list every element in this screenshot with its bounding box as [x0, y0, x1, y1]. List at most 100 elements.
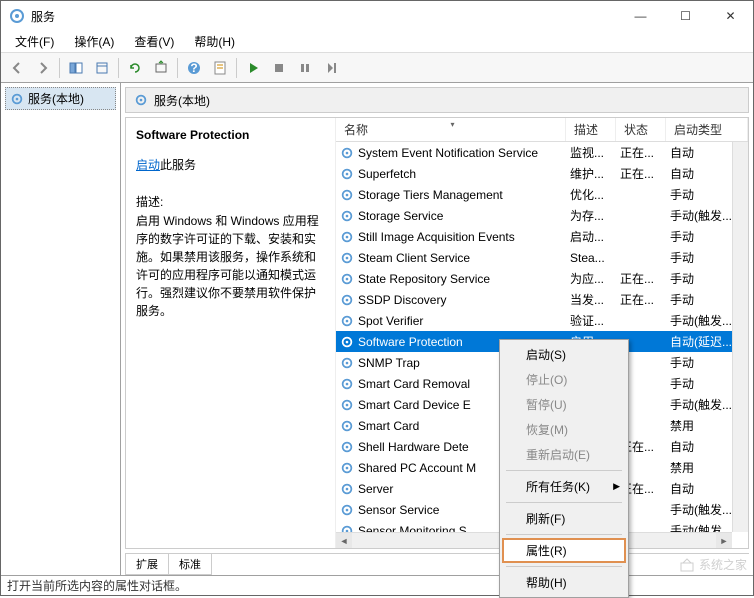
service-name: Steam Client Service	[358, 251, 470, 265]
service-desc: 当发...	[566, 291, 616, 308]
help-button[interactable]: ?	[182, 56, 206, 80]
service-name: Server	[358, 482, 393, 496]
close-button[interactable]: ✕	[708, 1, 753, 31]
gear-icon	[340, 230, 354, 244]
services-app-icon	[9, 8, 25, 24]
service-name: Smart Card Device E	[358, 398, 471, 412]
table-row[interactable]: Storage Tiers Management优化...手动	[336, 184, 748, 205]
service-desc: 维护...	[566, 165, 616, 182]
context-properties[interactable]: 属性(R)	[502, 538, 626, 563]
column-name[interactable]: 名称▾	[336, 118, 566, 141]
column-description[interactable]: 描述	[566, 118, 616, 141]
gear-icon	[340, 419, 354, 433]
context-stop: 停止(O)	[502, 367, 626, 392]
menu-separator	[506, 534, 622, 535]
restart-service-button	[319, 56, 343, 80]
stop-service-button	[267, 56, 291, 80]
start-service-button[interactable]	[241, 56, 265, 80]
service-name: SNMP Trap	[358, 356, 420, 370]
service-name: Sensor Service	[358, 503, 439, 517]
service-status: 正在...	[616, 144, 666, 161]
service-status: 正在...	[616, 291, 666, 308]
table-row[interactable]: System Event Notification Service监视...正在…	[336, 142, 748, 163]
service-desc: 优化...	[566, 186, 616, 203]
table-row[interactable]: Steam Client ServiceStea...手动	[336, 247, 748, 268]
export-list-button[interactable]	[90, 56, 114, 80]
titlebar: 服务 — ☐ ✕	[1, 1, 753, 31]
content-area: 服务(本地) 服务(本地) Software Protection 启动此服务 …	[1, 83, 753, 575]
context-start[interactable]: 启动(S)	[502, 342, 626, 367]
service-desc: 监视...	[566, 144, 616, 161]
service-name: Shared PC Account M	[358, 461, 476, 475]
menu-view[interactable]: 查看(V)	[126, 31, 182, 52]
gear-icon	[340, 335, 354, 349]
start-suffix: 此服务	[160, 158, 196, 172]
service-name: Smart Card Removal	[358, 377, 470, 391]
watermark: 系统之家	[679, 556, 747, 573]
table-row[interactable]: Storage Service为存...手动(触发...	[336, 205, 748, 226]
forward-button[interactable]	[31, 56, 55, 80]
service-status: 正在...	[616, 165, 666, 182]
pane-header: 服务(本地)	[125, 87, 749, 113]
sort-indicator-icon: ▾	[451, 120, 455, 129]
gear-icon	[340, 440, 354, 454]
submenu-arrow-icon: ▶	[613, 481, 620, 492]
column-startup-type[interactable]: 启动类型	[666, 118, 748, 141]
minimize-button[interactable]: —	[618, 1, 663, 31]
gear-icon	[340, 251, 354, 265]
menu-action[interactable]: 操作(A)	[66, 31, 122, 52]
pane-header-title: 服务(本地)	[154, 92, 210, 109]
table-row[interactable]: SSDP Discovery当发...正在...手动	[336, 289, 748, 310]
context-help[interactable]: 帮助(H)	[502, 570, 626, 595]
scroll-right-icon[interactable]: ►	[716, 533, 732, 548]
pane-body: Software Protection 启动此服务 描述: 启用 Windows…	[125, 117, 749, 549]
menu-help[interactable]: 帮助(H)	[186, 31, 243, 52]
tree-root-services[interactable]: 服务(本地)	[5, 87, 116, 110]
pause-service-button	[293, 56, 317, 80]
service-desc: Stea...	[566, 251, 616, 265]
detail-pane: Software Protection 启动此服务 描述: 启用 Windows…	[126, 118, 336, 548]
properties-button[interactable]	[208, 56, 232, 80]
gear-icon	[340, 398, 354, 412]
gear-icon	[340, 314, 354, 328]
column-status[interactable]: 状态	[616, 118, 666, 141]
context-all-tasks[interactable]: 所有任务(K)▶	[502, 474, 626, 499]
description-text: 启用 Windows 和 Windows 应用程序的数字许可证的下载、安装和实施…	[136, 212, 325, 320]
context-refresh[interactable]: 刷新(F)	[502, 506, 626, 531]
watermark-text: 系统之家	[699, 556, 747, 573]
tab-extended[interactable]: 扩展	[125, 554, 169, 575]
service-name: Smart Card	[358, 419, 419, 433]
toolbar: ?	[1, 53, 753, 83]
service-desc: 验证...	[566, 312, 616, 329]
service-name: Storage Service	[358, 209, 443, 223]
context-pause: 暂停(U)	[502, 392, 626, 417]
vertical-scrollbar[interactable]	[732, 142, 748, 532]
table-row[interactable]: Superfetch维护...正在...自动	[336, 163, 748, 184]
table-row[interactable]: State Repository Service为应...正在...手动	[336, 268, 748, 289]
show-hide-tree-button[interactable]	[64, 56, 88, 80]
description-label: 描述:	[136, 193, 325, 210]
service-name: Still Image Acquisition Events	[358, 230, 515, 244]
scroll-left-icon[interactable]: ◄	[336, 533, 352, 548]
maximize-button[interactable]: ☐	[663, 1, 708, 31]
menubar: 文件(F) 操作(A) 查看(V) 帮助(H)	[1, 31, 753, 53]
refresh-button[interactable]	[123, 56, 147, 80]
gear-icon	[340, 461, 354, 475]
gear-icon	[340, 188, 354, 202]
export-button[interactable]	[149, 56, 173, 80]
menu-file[interactable]: 文件(F)	[7, 31, 62, 52]
window-title: 服务	[31, 8, 618, 25]
right-pane: 服务(本地) Software Protection 启动此服务 描述: 启用 …	[121, 83, 753, 575]
table-row[interactable]: Spot Verifier验证...手动(触发...	[336, 310, 748, 331]
context-restart: 重新启动(E)	[502, 442, 626, 467]
context-menu: 启动(S) 停止(O) 暂停(U) 恢复(M) 重新启动(E) 所有任务(K)▶…	[499, 339, 629, 598]
back-button[interactable]	[5, 56, 29, 80]
table-row[interactable]: Still Image Acquisition Events启动...手动	[336, 226, 748, 247]
menu-separator	[506, 470, 622, 471]
watermark-icon	[679, 557, 695, 573]
statusbar: 打开当前所选内容的属性对话框。	[1, 575, 753, 595]
service-name: Shell Hardware Dete	[358, 440, 469, 454]
service-name: Storage Tiers Management	[358, 188, 503, 202]
start-service-link[interactable]: 启动	[136, 158, 160, 172]
tab-standard[interactable]: 标准	[168, 554, 212, 575]
